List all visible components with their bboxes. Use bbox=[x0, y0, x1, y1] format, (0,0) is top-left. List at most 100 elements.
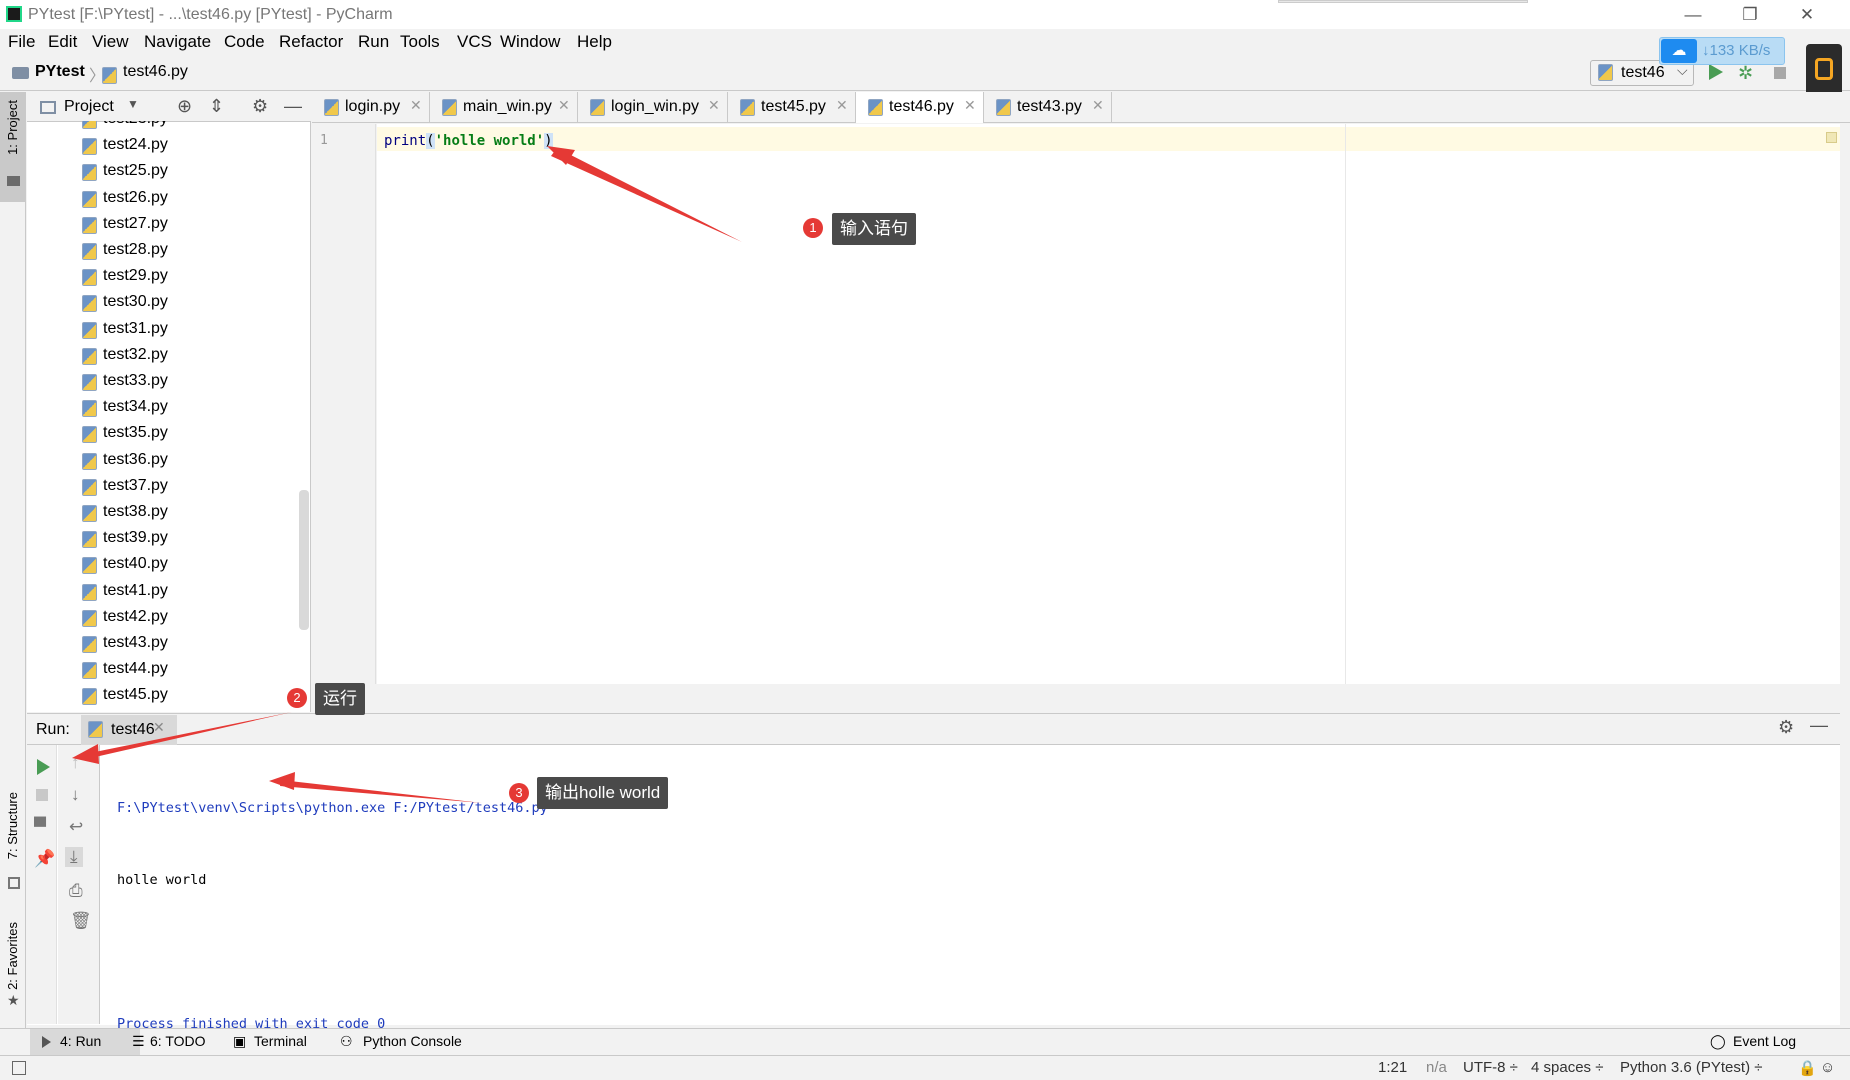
minimize-button[interactable]: — bbox=[1668, 2, 1718, 28]
close-window-button[interactable]: ✕ bbox=[1782, 2, 1832, 28]
trash-icon[interactable]: 🗑 bbox=[70, 911, 92, 931]
download-speed-widget[interactable]: ☁ ↓133 KB/s bbox=[1659, 37, 1785, 65]
file-tree-label: test37.py bbox=[103, 476, 168, 494]
caret-position[interactable]: 1:21 bbox=[1378, 1059, 1407, 1076]
bottom-tab-terminal[interactable]: Terminal bbox=[254, 1033, 307, 1049]
menu-window[interactable]: Window bbox=[500, 32, 560, 52]
navigation-bar: PYtest 〉 test46.py test46 ⌵ ✲ bbox=[0, 56, 1850, 91]
folder-icon bbox=[7, 176, 20, 186]
project-view-select[interactable]: Project bbox=[64, 98, 114, 116]
menu-help[interactable]: Help bbox=[577, 32, 612, 52]
stop-icon[interactable] bbox=[36, 789, 48, 801]
run-config-label: test46 bbox=[1621, 64, 1665, 81]
toggle-tool-windows-icon[interactable] bbox=[12, 1061, 26, 1075]
close-icon[interactable]: ✕ bbox=[1092, 97, 1104, 114]
run-icon[interactable] bbox=[1709, 64, 1723, 80]
python-file-icon bbox=[82, 164, 97, 182]
python-file-icon bbox=[82, 636, 97, 653]
soft-wrap-icon[interactable]: ↩ bbox=[69, 817, 83, 837]
file-tree-label: test30.py bbox=[103, 293, 168, 311]
editor-tab-bar: login.py ✕ main_win.py ✕ login_win.py ✕ … bbox=[312, 92, 1850, 123]
gear-icon[interactable]: ⚙ bbox=[1778, 717, 1794, 738]
collapse-all-icon[interactable]: ⇕ bbox=[209, 96, 224, 117]
recorder-frame-icon bbox=[1815, 58, 1833, 80]
run-icon bbox=[42, 1036, 51, 1048]
menu-edit[interactable]: Edit bbox=[48, 32, 77, 52]
project-panel: Project ▼ ⊕ ⇕ ⚙ — test23.pytest24.pytest… bbox=[27, 92, 311, 712]
scroll-to-end-icon[interactable]: ⤓ bbox=[65, 847, 83, 867]
console-output-line: holle world bbox=[117, 872, 207, 888]
editor-tab[interactable]: test43.py ✕ bbox=[984, 92, 1112, 123]
code-line[interactable]: print('holle world') bbox=[384, 133, 553, 149]
menu-vcs[interactable]: VCS bbox=[457, 32, 492, 52]
layout-icon[interactable]: ▀ bbox=[34, 817, 46, 837]
editor-tab[interactable]: test45.py ✕ bbox=[728, 92, 856, 123]
close-icon[interactable]: ✕ bbox=[558, 97, 570, 114]
tool-tab-favorites[interactable]: 2: Favorites bbox=[5, 922, 20, 990]
bottom-tab-run[interactable]: 4: Run bbox=[30, 1029, 140, 1056]
run-toolbar-right: ↑ ↓ ↩ ⤓ ⎙ 🗑 bbox=[58, 745, 100, 1024]
editor-tab[interactable]: main_win.py ✕ bbox=[430, 92, 578, 123]
up-arrow-icon[interactable]: ↑ bbox=[71, 753, 80, 773]
close-icon[interactable]: ✕ bbox=[836, 97, 848, 114]
locate-target-icon[interactable]: ⊕ bbox=[177, 96, 192, 117]
menu-refactor[interactable]: Refactor bbox=[279, 32, 343, 52]
gear-icon[interactable]: ⚙ bbox=[252, 96, 268, 117]
chevron-down-icon[interactable]: ▼ bbox=[127, 97, 139, 111]
title-bar: PYtest [F:\PYtest] - ...\test46.py [PYte… bbox=[0, 0, 1850, 29]
interpreter-status[interactable]: Python 3.6 (PYtest) ÷ bbox=[1620, 1059, 1762, 1076]
python-file-icon bbox=[868, 99, 883, 116]
breadcrumb-file[interactable]: test46.py bbox=[123, 63, 188, 81]
menu-run[interactable]: Run bbox=[358, 32, 389, 52]
python-file-icon bbox=[82, 452, 97, 470]
menu-view[interactable]: View bbox=[92, 32, 129, 52]
python-file-icon bbox=[82, 478, 97, 496]
pin-icon[interactable]: 📌 bbox=[34, 849, 55, 869]
inspector-icon[interactable]: ☺ bbox=[1820, 1059, 1835, 1076]
restore-button[interactable]: ❐ bbox=[1725, 2, 1775, 28]
editor-tab[interactable]: login.py ✕ bbox=[312, 92, 430, 123]
code-editor[interactable]: print('holle world') bbox=[377, 124, 1840, 684]
tool-tab-structure[interactable]: 7: Structure bbox=[5, 792, 20, 859]
python-file-icon bbox=[442, 99, 457, 116]
indent-status[interactable]: 4 spaces ÷ bbox=[1531, 1059, 1603, 1076]
print-icon[interactable]: ⎙ bbox=[69, 881, 83, 901]
python-file-icon bbox=[82, 426, 97, 444]
file-tree-label: test31.py bbox=[103, 319, 168, 337]
rerun-icon[interactable] bbox=[37, 759, 50, 775]
python-file-icon bbox=[82, 295, 97, 313]
bottom-tab-event-log[interactable]: Event Log bbox=[1733, 1033, 1796, 1049]
python-file-icon bbox=[82, 400, 97, 418]
down-arrow-icon[interactable]: ↓ bbox=[71, 785, 80, 805]
menu-tools[interactable]: Tools bbox=[400, 32, 440, 52]
hide-panel-icon[interactable]: — bbox=[1810, 715, 1828, 736]
stop-icon[interactable] bbox=[1774, 67, 1786, 79]
tree-scrollbar[interactable] bbox=[299, 490, 309, 630]
editor-tab[interactable]: login_win.py ✕ bbox=[578, 92, 728, 123]
close-icon[interactable]: ✕ bbox=[153, 719, 165, 736]
file-tree-label: test36.py bbox=[103, 450, 168, 468]
menu-code[interactable]: Code bbox=[224, 32, 265, 52]
inspection-status-icon[interactable] bbox=[1826, 132, 1837, 143]
editor-tab-active[interactable]: test46.py ✕ bbox=[856, 92, 984, 123]
line-separator-status[interactable]: n/a bbox=[1426, 1059, 1447, 1076]
close-icon[interactable]: ✕ bbox=[410, 97, 422, 114]
tool-tab-project-label: 1: Project bbox=[5, 100, 20, 155]
python-file-icon bbox=[82, 321, 97, 339]
tool-tab-project[interactable]: 1: Project bbox=[0, 92, 26, 202]
menu-file[interactable]: File bbox=[8, 32, 35, 52]
bottom-tab-run-label: 4: Run bbox=[60, 1033, 102, 1049]
debug-bug-icon[interactable]: ✲ bbox=[1738, 63, 1753, 84]
run-tab[interactable]: test46 ✕ bbox=[81, 715, 177, 745]
encoding-status[interactable]: UTF-8 ÷ bbox=[1463, 1059, 1518, 1076]
menu-navigate[interactable]: Navigate bbox=[144, 32, 211, 52]
bottom-tab-todo[interactable]: 6: TODO bbox=[150, 1033, 206, 1049]
bottom-tab-python-console[interactable]: Python Console bbox=[363, 1033, 462, 1049]
close-icon[interactable]: ✕ bbox=[708, 97, 720, 114]
left-tool-strip: 1: Project 7: Structure 2: Favorites ★ bbox=[0, 92, 26, 1028]
hide-panel-icon[interactable]: — bbox=[284, 96, 302, 117]
close-icon[interactable]: ✕ bbox=[964, 97, 976, 114]
screen-recorder-icon[interactable] bbox=[1806, 44, 1842, 96]
lock-icon[interactable]: 🔒 bbox=[1798, 1059, 1817, 1077]
breadcrumb-project[interactable]: PYtest bbox=[35, 63, 85, 81]
